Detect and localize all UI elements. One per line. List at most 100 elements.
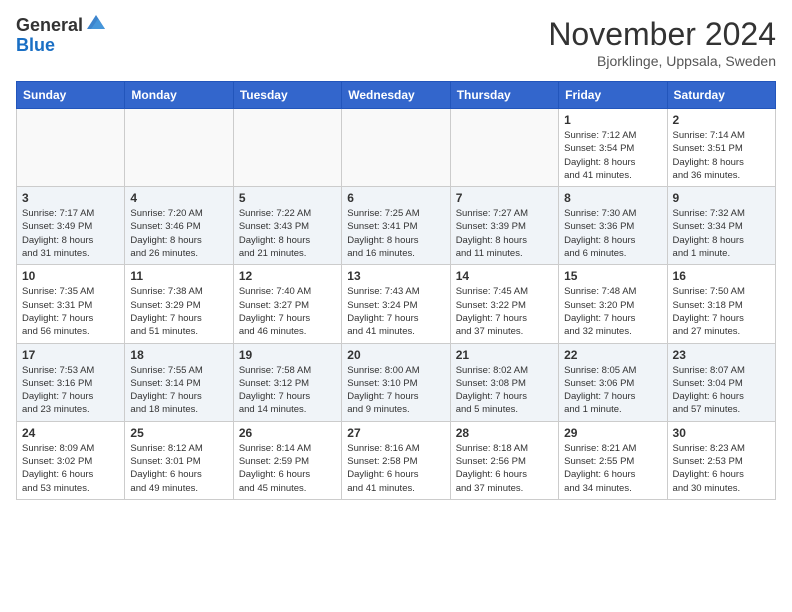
calendar-cell: 17Sunrise: 7:53 AM Sunset: 3:16 PM Dayli…: [17, 343, 125, 421]
day-info: Sunrise: 8:07 AM Sunset: 3:04 PM Dayligh…: [673, 364, 770, 417]
week-row-5: 24Sunrise: 8:09 AM Sunset: 3:02 PM Dayli…: [17, 421, 776, 499]
calendar-cell: 10 Sunrise: 7:35 AM Sunset: 3:31 PM Dayli…: [17, 265, 125, 343]
month-year: November 2024: [548, 16, 776, 53]
day-number: 29: [564, 426, 661, 440]
calendar-cell: 13 Sunrise: 7:43 AM Sunset: 3:24 PM Dayli…: [342, 265, 450, 343]
day-number: 6: [347, 191, 444, 205]
day-number: 2: [673, 113, 770, 127]
calendar-cell: 14 Sunrise: 7:45 AM Sunset: 3:22 PM Dayli…: [450, 265, 558, 343]
day-number: 30: [673, 426, 770, 440]
calendar-cell: 15 Sunrise: 7:48 AM Sunset: 3:20 PM Dayli…: [559, 265, 667, 343]
calendar-cell: 19 Sunrise: 7:58 AM Sunset: 3:12 PM Dayli…: [233, 343, 341, 421]
day-info: Sunrise: 7:45 AM Sunset: 3:22 PM Dayligh…: [456, 285, 553, 338]
calendar-cell: 7 Sunrise: 7:27 AM Sunset: 3:39 PM Daylig…: [450, 187, 558, 265]
day-info: Sunrise: 7:58 AM Sunset: 3:12 PM Dayligh…: [239, 364, 336, 417]
day-info: Sunrise: 7:25 AM Sunset: 3:41 PM Dayligh…: [347, 207, 444, 260]
day-info: Sunrise: 7:43 AM Sunset: 3:24 PM Dayligh…: [347, 285, 444, 338]
day-number: 26: [239, 426, 336, 440]
day-number: 20: [347, 348, 444, 362]
day-info: Sunrise: 7:32 AM Sunset: 3:34 PM Dayligh…: [673, 207, 770, 260]
calendar-cell: 11Sunrise: 7:38 AM Sunset: 3:29 PM Dayli…: [125, 265, 233, 343]
day-number: 23: [673, 348, 770, 362]
day-info: Sunrise: 7:12 AM Sunset: 3:54 PM Dayligh…: [564, 129, 661, 182]
day-info: Sunrise: 8:14 AM Sunset: 2:59 PM Dayligh…: [239, 442, 336, 495]
week-row-3: 10 Sunrise: 7:35 AM Sunset: 3:31 PM Dayli…: [17, 265, 776, 343]
calendar-cell: [233, 109, 341, 187]
day-info: Sunrise: 8:02 AM Sunset: 3:08 PM Dayligh…: [456, 364, 553, 417]
day-number: 21: [456, 348, 553, 362]
calendar-cell: 28 Sunrise: 8:18 AM Sunset: 2:56 PM Dayli…: [450, 421, 558, 499]
weekday-header-row: SundayMondayTuesdayWednesdayThursdayFrid…: [17, 82, 776, 109]
week-row-4: 17Sunrise: 7:53 AM Sunset: 3:16 PM Dayli…: [17, 343, 776, 421]
calendar-cell: 25Sunrise: 8:12 AM Sunset: 3:01 PM Dayli…: [125, 421, 233, 499]
day-info: Sunrise: 7:48 AM Sunset: 3:20 PM Dayligh…: [564, 285, 661, 338]
week-row-1: 1 Sunrise: 7:12 AM Sunset: 3:54 PM Daylig…: [17, 109, 776, 187]
day-info: Sunrise: 7:50 AM Sunset: 3:18 PM Dayligh…: [673, 285, 770, 338]
day-number: 18: [130, 348, 227, 362]
day-number: 28: [456, 426, 553, 440]
calendar-cell: 22 Sunrise: 8:05 AM Sunset: 3:06 PM Dayli…: [559, 343, 667, 421]
day-info: Sunrise: 7:55 AM Sunset: 3:14 PM Dayligh…: [130, 364, 227, 417]
title-block: November 2024 Bjorklinge, Uppsala, Swede…: [548, 16, 776, 69]
calendar-cell: 5Sunrise: 7:22 AM Sunset: 3:43 PM Daylig…: [233, 187, 341, 265]
calendar-cell: 26 Sunrise: 8:14 AM Sunset: 2:59 PM Dayli…: [233, 421, 341, 499]
calendar-cell: 1 Sunrise: 7:12 AM Sunset: 3:54 PM Daylig…: [559, 109, 667, 187]
location: Bjorklinge, Uppsala, Sweden: [548, 53, 776, 69]
logo-general: General: [16, 16, 83, 36]
weekday-header-sunday: Sunday: [17, 82, 125, 109]
calendar-cell: [125, 109, 233, 187]
page-header: General Blue November 2024 Bjorklinge, U…: [16, 16, 776, 69]
day-number: 24: [22, 426, 119, 440]
calendar-cell: 6 Sunrise: 7:25 AM Sunset: 3:41 PM Daylig…: [342, 187, 450, 265]
day-info: Sunrise: 7:27 AM Sunset: 3:39 PM Dayligh…: [456, 207, 553, 260]
calendar-cell: 29 Sunrise: 8:21 AM Sunset: 2:55 PM Dayli…: [559, 421, 667, 499]
calendar: SundayMondayTuesdayWednesdayThursdayFrid…: [16, 81, 776, 500]
day-info: Sunrise: 7:30 AM Sunset: 3:36 PM Dayligh…: [564, 207, 661, 260]
day-number: 13: [347, 269, 444, 283]
day-info: Sunrise: 8:05 AM Sunset: 3:06 PM Dayligh…: [564, 364, 661, 417]
day-info: Sunrise: 7:20 AM Sunset: 3:46 PM Dayligh…: [130, 207, 227, 260]
calendar-cell: [17, 109, 125, 187]
logo: General Blue: [16, 16, 107, 56]
day-info: Sunrise: 7:14 AM Sunset: 3:51 PM Dayligh…: [673, 129, 770, 182]
week-row-2: 3Sunrise: 7:17 AM Sunset: 3:49 PM Daylig…: [17, 187, 776, 265]
calendar-cell: 30Sunrise: 8:23 AM Sunset: 2:53 PM Dayli…: [667, 421, 775, 499]
calendar-cell: 16 Sunrise: 7:50 AM Sunset: 3:18 PM Dayli…: [667, 265, 775, 343]
day-info: Sunrise: 7:38 AM Sunset: 3:29 PM Dayligh…: [130, 285, 227, 338]
calendar-cell: 8 Sunrise: 7:30 AM Sunset: 3:36 PM Daylig…: [559, 187, 667, 265]
calendar-cell: 23 Sunrise: 8:07 AM Sunset: 3:04 PM Dayli…: [667, 343, 775, 421]
calendar-cell: 18 Sunrise: 7:55 AM Sunset: 3:14 PM Dayli…: [125, 343, 233, 421]
logo-blue: Blue: [16, 35, 55, 55]
day-number: 7: [456, 191, 553, 205]
weekday-header-friday: Friday: [559, 82, 667, 109]
day-number: 16: [673, 269, 770, 283]
day-info: Sunrise: 7:35 AM Sunset: 3:31 PM Dayligh…: [22, 285, 119, 338]
day-number: 10: [22, 269, 119, 283]
weekday-header-tuesday: Tuesday: [233, 82, 341, 109]
calendar-cell: [450, 109, 558, 187]
day-number: 25: [130, 426, 227, 440]
day-number: 4: [130, 191, 227, 205]
calendar-cell: 21 Sunrise: 8:02 AM Sunset: 3:08 PM Dayli…: [450, 343, 558, 421]
day-number: 9: [673, 191, 770, 205]
day-number: 19: [239, 348, 336, 362]
day-info: Sunrise: 7:17 AM Sunset: 3:49 PM Dayligh…: [22, 207, 119, 260]
day-number: 14: [456, 269, 553, 283]
calendar-cell: 3Sunrise: 7:17 AM Sunset: 3:49 PM Daylig…: [17, 187, 125, 265]
weekday-header-saturday: Saturday: [667, 82, 775, 109]
calendar-cell: [342, 109, 450, 187]
day-info: Sunrise: 8:18 AM Sunset: 2:56 PM Dayligh…: [456, 442, 553, 495]
day-number: 17: [22, 348, 119, 362]
day-info: Sunrise: 8:00 AM Sunset: 3:10 PM Dayligh…: [347, 364, 444, 417]
day-info: Sunrise: 8:21 AM Sunset: 2:55 PM Dayligh…: [564, 442, 661, 495]
day-info: Sunrise: 8:16 AM Sunset: 2:58 PM Dayligh…: [347, 442, 444, 495]
calendar-cell: 4 Sunrise: 7:20 AM Sunset: 3:46 PM Daylig…: [125, 187, 233, 265]
weekday-header-wednesday: Wednesday: [342, 82, 450, 109]
calendar-cell: 20 Sunrise: 8:00 AM Sunset: 3:10 PM Dayli…: [342, 343, 450, 421]
day-number: 1: [564, 113, 661, 127]
day-number: 22: [564, 348, 661, 362]
weekday-header-monday: Monday: [125, 82, 233, 109]
day-number: 15: [564, 269, 661, 283]
day-number: 8: [564, 191, 661, 205]
day-number: 12: [239, 269, 336, 283]
